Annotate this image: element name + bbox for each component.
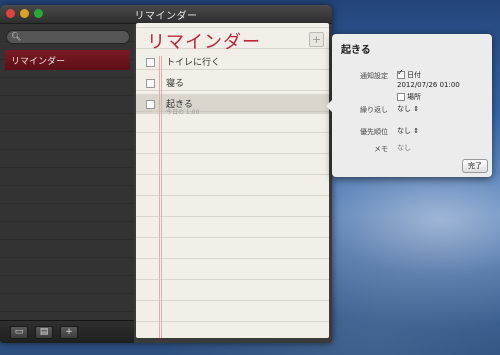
reminder-due-text: 今日の 1:00 [166, 109, 200, 116]
list-item[interactable]: トイレに行く [136, 52, 329, 72]
list-item-selected[interactable]: 起きる 今日の 1:00 [136, 94, 329, 116]
date-value[interactable]: 2012/07/26 01:00 [397, 81, 460, 89]
reminder-text[interactable]: トイレに行く [166, 55, 220, 68]
add-reminder-button[interactable]: + [309, 32, 324, 47]
priority-select[interactable]: なし ⇕ [397, 126, 419, 136]
search-icon: 🔍︎ [11, 32, 22, 41]
sidebar-bottom-bar: ▭ ▤ + [0, 320, 134, 343]
priority-label: 優先順位 [360, 128, 388, 136]
list-item[interactable]: 寝る [136, 73, 329, 93]
reminders-list-panel: リマインダー + トイレに行く 寝る 起きる 今日の 1:00 [136, 23, 329, 338]
popover-title[interactable]: 起きる [341, 41, 371, 56]
popover-arrow [326, 100, 332, 112]
priority-value: なし [397, 127, 411, 135]
date-option-label: 日付 [407, 71, 421, 79]
window-title: リマインダー [134, 11, 198, 22]
search-input[interactable]: 🔍︎ [6, 30, 130, 44]
sidebar-item-reminders[interactable]: リマインダー [5, 50, 130, 70]
complete-checkbox[interactable] [146, 58, 155, 67]
reminder-detail-popover: 起きる 通知設定 日付 2012/07/26 01:00 場所 繰り返し なし … [326, 34, 492, 177]
memo-field[interactable]: なし [397, 143, 411, 153]
list-view-button[interactable]: ▤ [35, 326, 53, 339]
memo-label: メモ [374, 145, 388, 153]
location-checkbox[interactable] [397, 93, 405, 101]
repeat-select[interactable]: なし ⇕ [397, 104, 419, 114]
sidebar: 🔍︎ リマインダー ▭ ▤ + [0, 24, 134, 343]
reminder-text[interactable]: 寝る [166, 76, 184, 89]
complete-checkbox[interactable] [146, 79, 155, 88]
add-list-button[interactable]: + [60, 326, 78, 339]
calendar-toggle-button[interactable]: ▭ [10, 326, 28, 339]
location-option-label: 場所 [407, 93, 421, 101]
repeat-value: なし [397, 105, 411, 113]
stepper-icon: ⇕ [413, 127, 420, 135]
done-button[interactable]: 完了 [462, 159, 488, 173]
repeat-label: 繰り返し [360, 106, 388, 114]
stepper-icon: ⇕ [413, 105, 420, 113]
date-checkbox[interactable] [397, 68, 405, 79]
sidebar-item-label: リマインダー [11, 57, 66, 67]
list-title: リマインダー [147, 32, 261, 53]
title-bar[interactable]: リマインダー [0, 5, 332, 24]
complete-checkbox[interactable] [146, 100, 155, 109]
alarm-label: 通知設定 [360, 72, 388, 80]
